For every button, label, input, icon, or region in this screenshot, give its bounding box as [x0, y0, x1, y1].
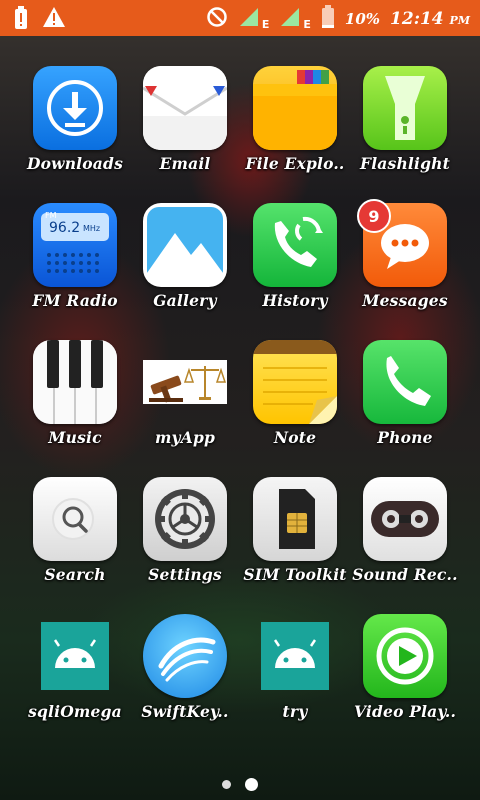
battery-percent: 10%	[344, 10, 381, 28]
app-label: Sound Rec..	[352, 565, 458, 584]
app-label: Search	[44, 565, 106, 584]
app-label: try	[282, 702, 308, 721]
clock-ampm: PM	[449, 14, 470, 27]
app-note[interactable]: Note	[240, 340, 350, 477]
app-label: Phone	[377, 428, 433, 447]
swiftkey-icon	[143, 614, 227, 698]
envelope-icon	[143, 66, 227, 150]
app-flashlight[interactable]: Flashlight	[350, 66, 460, 203]
app-search[interactable]: Search	[20, 477, 130, 614]
status-bar: E E 10% 12:14 PM	[0, 0, 480, 36]
flashlight-icon	[363, 66, 447, 150]
cassette-icon	[363, 477, 447, 561]
magnifier-icon	[33, 477, 117, 561]
warning-icon	[42, 6, 66, 34]
download-icon	[33, 66, 117, 150]
network-type: E	[303, 17, 311, 31]
page-dot[interactable]	[222, 780, 231, 789]
app-grid: Downloads Email File Explo.. Flashlight …	[20, 66, 460, 751]
android-icon	[33, 614, 117, 698]
app-label: FM Radio	[32, 291, 118, 310]
app-music[interactable]: Music	[20, 340, 130, 477]
gavel-scales-icon	[143, 340, 227, 424]
android-icon	[253, 614, 337, 698]
app-messages[interactable]: 9 Messages	[350, 199, 460, 340]
app-settings[interactable]: Settings	[130, 477, 240, 614]
gear-icon	[143, 477, 227, 561]
app-label: Settings	[148, 565, 222, 584]
radio-icon: FM 96.2 MHz	[33, 203, 117, 287]
app-label: Note	[273, 428, 317, 447]
folder-icon	[253, 66, 337, 150]
page-indicator[interactable]	[0, 778, 480, 791]
app-label: Gallery	[153, 291, 217, 310]
app-label: SwiftKey..	[141, 702, 229, 721]
clock: 12:14 PM	[390, 9, 470, 29]
app-label: Email	[159, 154, 211, 173]
app-swiftkey[interactable]: SwiftKey..	[130, 614, 240, 751]
app-email[interactable]: Email	[130, 66, 240, 203]
app-downloads[interactable]: Downloads	[20, 66, 130, 203]
mountain-photo-icon	[143, 203, 227, 287]
app-label: myApp	[154, 428, 216, 447]
battery-warning-icon	[14, 6, 28, 34]
app-label: Messages	[362, 291, 448, 310]
do-not-disturb-icon	[206, 6, 228, 32]
sim-card-icon	[253, 477, 337, 561]
app-label: Downloads	[26, 154, 124, 173]
app-file-explorer[interactable]: File Explo..	[240, 66, 350, 203]
app-try[interactable]: try	[240, 614, 350, 751]
phone-history-icon	[253, 203, 337, 287]
page-dot-active[interactable]	[245, 778, 258, 791]
notification-badge: 9	[357, 199, 391, 233]
network-type: E	[261, 17, 270, 31]
clock-time: 12:14	[390, 9, 444, 29]
notepad-icon	[253, 340, 337, 424]
app-fm-radio[interactable]: FM 96.2 MHz FM Radio	[20, 203, 130, 340]
app-label: Video Play..	[353, 702, 457, 721]
signal-icon	[279, 6, 301, 32]
app-label: sqliOmega	[28, 702, 122, 721]
play-icon	[363, 614, 447, 698]
app-sound-recorder[interactable]: Sound Rec..	[350, 477, 460, 614]
app-video-player[interactable]: Video Play..	[350, 614, 460, 751]
app-history[interactable]: History	[240, 203, 350, 340]
app-label: History	[262, 291, 328, 310]
app-gallery[interactable]: Gallery	[130, 203, 240, 340]
app-label: Music	[48, 428, 102, 447]
phone-handset-icon	[363, 340, 447, 424]
app-label: Flashlight	[360, 154, 450, 173]
app-sqliomega[interactable]: sqliOmega	[20, 614, 130, 751]
app-sim-toolkit[interactable]: SIM Toolkit	[240, 477, 350, 614]
app-label: File Explo..	[245, 154, 345, 173]
battery-icon	[321, 5, 335, 33]
signal-icon	[238, 6, 260, 32]
app-label: SIM Toolkit	[243, 565, 347, 584]
app-myapp[interactable]: myApp	[130, 340, 240, 477]
piano-keys-icon	[33, 340, 117, 424]
app-phone[interactable]: Phone	[350, 340, 460, 477]
